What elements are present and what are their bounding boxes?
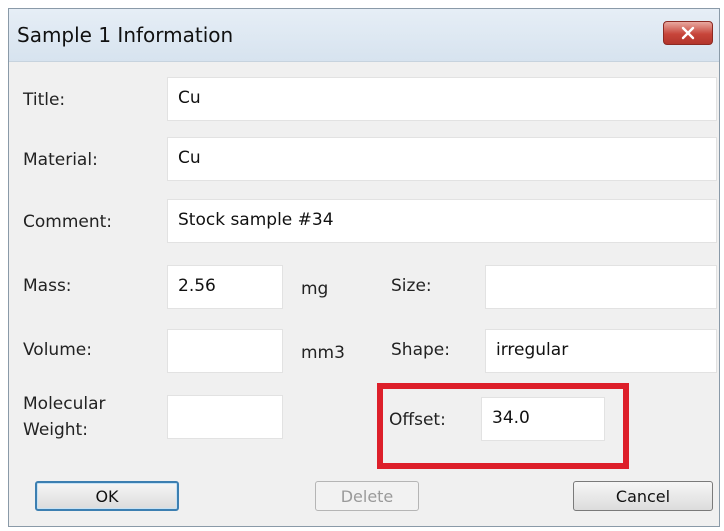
molecular-weight-label-line2: Weight:	[23, 420, 88, 440]
sample-info-dialog: Sample 1 Information Title: Cu Material:…	[8, 8, 720, 527]
title-value: Cu	[178, 88, 201, 108]
offset-highlight-box	[377, 383, 629, 469]
size-input[interactable]	[485, 265, 717, 309]
material-input[interactable]: Cu	[167, 137, 717, 181]
title-label: Title:	[23, 90, 66, 110]
shape-input[interactable]: irregular	[485, 329, 717, 373]
title-input[interactable]: Cu	[167, 77, 717, 121]
volume-unit: mm3	[301, 343, 345, 363]
comment-input[interactable]: Stock sample #34	[167, 199, 717, 243]
material-value: Cu	[178, 148, 201, 168]
material-label: Material:	[23, 150, 98, 170]
mass-unit: mg	[301, 279, 329, 299]
mass-label: Mass:	[23, 276, 72, 296]
size-label: Size:	[391, 276, 432, 296]
mass-value: 2.56	[178, 276, 216, 296]
shape-value: irregular	[496, 340, 569, 360]
volume-input[interactable]	[167, 329, 283, 373]
mass-input[interactable]: 2.56	[167, 265, 283, 309]
molecular-weight-input[interactable]	[167, 395, 283, 439]
comment-label: Comment:	[23, 212, 113, 232]
molecular-weight-label-line1: Molecular	[23, 394, 106, 414]
window-title: Sample 1 Information	[17, 23, 234, 47]
delete-button[interactable]: Delete	[315, 481, 419, 511]
close-button[interactable]	[663, 21, 713, 45]
title-bar: Sample 1 Information	[9, 9, 719, 62]
close-icon	[681, 26, 695, 40]
comment-value: Stock sample #34	[178, 210, 334, 230]
shape-label: Shape:	[391, 340, 450, 360]
volume-label: Volume:	[23, 340, 92, 360]
ok-button[interactable]: OK	[35, 481, 179, 511]
cancel-button[interactable]: Cancel	[573, 481, 713, 511]
